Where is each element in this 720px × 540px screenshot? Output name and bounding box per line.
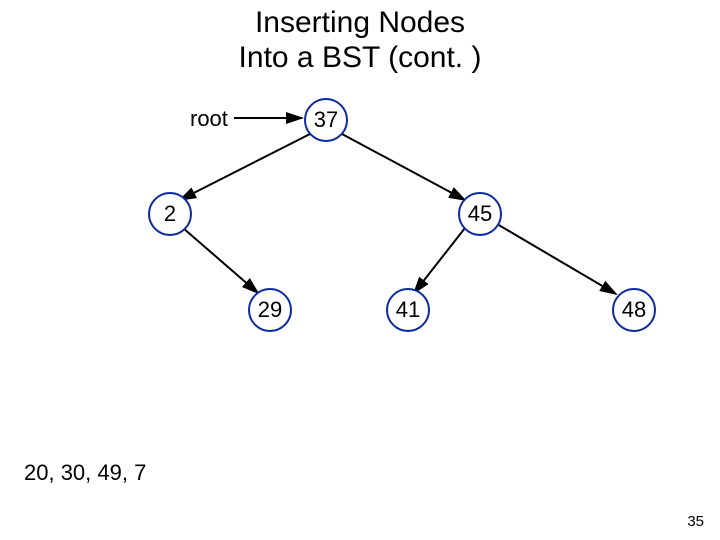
edge-37-2 [180,134,310,200]
node-29: 29 [248,288,292,332]
edge-2-29 [183,228,258,293]
node-48: 48 [612,288,656,332]
edge-45-48 [497,224,616,294]
node-37-value: 37 [314,107,338,133]
node-41-value: 41 [396,297,420,323]
node-2: 2 [148,192,192,236]
edge-45-41 [414,228,465,293]
node-37: 37 [304,98,348,142]
edge-37-45 [342,134,465,200]
node-2-value: 2 [164,201,176,227]
tree-edges [0,0,720,540]
node-48-value: 48 [622,297,646,323]
node-41: 41 [386,288,430,332]
node-29-value: 29 [258,297,282,323]
node-45-value: 45 [468,201,492,227]
node-45: 45 [458,192,502,236]
